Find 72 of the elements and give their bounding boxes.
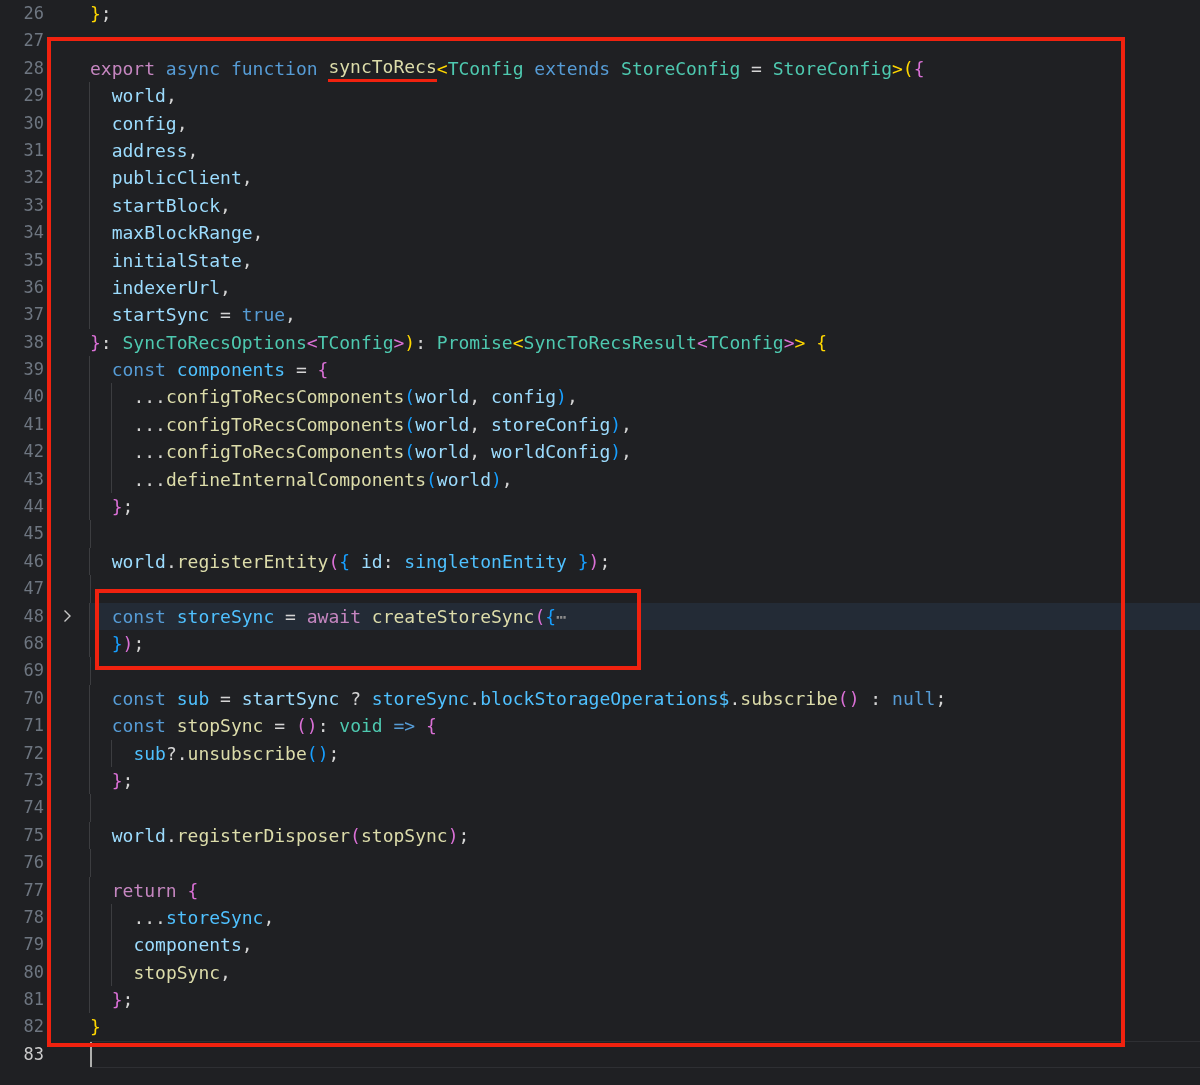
line-number: 71 — [22, 714, 44, 738]
line-number: 37 — [22, 303, 44, 327]
code-line[interactable]: indexerUrl, — [90, 273, 231, 302]
line-number: 75 — [22, 823, 44, 847]
code-line[interactable]: world.registerDisposer(stopSync); — [90, 821, 470, 850]
code-line[interactable]: }: SyncToRecsOptions<TConfig>): Promise<SyncToRecsResult<TConfig>> { — [90, 328, 827, 357]
code-line[interactable]: components, — [90, 931, 253, 959]
line-number: 41 — [22, 412, 44, 436]
code-line[interactable]: } — [90, 1013, 101, 1041]
code-line[interactable]: startBlock, — [90, 191, 231, 220]
line-number: 32 — [22, 166, 44, 190]
line-number: 31 — [22, 138, 44, 162]
line-number: 43 — [22, 467, 44, 491]
line-number: 72 — [22, 741, 44, 765]
line-number: 46 — [22, 549, 44, 573]
code-line[interactable]: }; — [90, 986, 134, 1014]
chevron-right-icon[interactable] — [62, 609, 72, 624]
line-number: 79 — [22, 933, 44, 957]
line-number: 80 — [22, 960, 44, 984]
code-line[interactable]: config, — [90, 109, 188, 137]
line-number: 44 — [22, 495, 44, 519]
line-number: 45 — [22, 522, 44, 546]
code-line[interactable]: publicClient, — [90, 164, 253, 192]
line-number: 81 — [22, 988, 44, 1012]
code-line[interactable]: world.registerEntity({ id: singletonEntity }); — [90, 547, 611, 576]
line-number: 83 — [22, 1042, 44, 1066]
line-number: 68 — [22, 632, 44, 655]
code-line[interactable]: initialState, — [90, 246, 253, 274]
line-number: 82 — [22, 1015, 44, 1039]
line-number: 35 — [22, 248, 44, 272]
line-number: 36 — [22, 275, 44, 299]
line-number: 76 — [22, 851, 44, 875]
code-line[interactable]: const components = { — [90, 356, 329, 384]
code-line[interactable]: ...storeSync, — [90, 903, 275, 932]
code-line[interactable]: sub?.unsubscribe(); — [90, 739, 340, 767]
code-line[interactable]: }); — [90, 630, 145, 658]
line-number: 77 — [22, 878, 44, 902]
code-line[interactable]: world, — [90, 82, 177, 110]
line-number: 29 — [22, 84, 44, 108]
line-number: 69 — [22, 659, 44, 683]
code-line[interactable]: }; — [90, 0, 112, 28]
code-line[interactable]: maxBlockRange, — [90, 219, 264, 247]
code-line[interactable]: const stopSync = (): void => { — [90, 712, 437, 740]
line-number: 38 — [22, 330, 44, 354]
code-line[interactable]: ...defineInternalComponents(world), — [90, 465, 513, 494]
line-number: 47 — [22, 577, 44, 601]
line-number: 33 — [22, 193, 44, 217]
line-number: 48 — [22, 604, 44, 628]
code-line[interactable]: ...configToRecsComponents(world, storeConfig), — [90, 410, 632, 439]
line-number: 70 — [22, 686, 44, 710]
line-number: 26 — [22, 2, 44, 25]
line-number: 73 — [22, 768, 44, 792]
code-line[interactable]: const sub = startSync ? storeSync.blockStorageOperations$.subscribe() : null; — [90, 684, 947, 713]
code-line[interactable]: startSync = true, — [90, 301, 296, 329]
line-number: 42 — [22, 440, 44, 464]
code-line[interactable]: stopSync, — [90, 958, 231, 987]
line-number: 78 — [22, 905, 44, 929]
code-line[interactable]: return { — [90, 876, 199, 904]
code-line[interactable]: }; — [90, 766, 134, 795]
code-line[interactable]: ...configToRecsComponents(world, config), — [90, 383, 578, 411]
code-line[interactable]: }; — [90, 493, 134, 521]
line-number: 34 — [22, 221, 44, 245]
code-line[interactable]: export async function syncToRecs<TConfig extends StoreConfig = StoreConfig>({ — [90, 54, 925, 83]
line-number: 30 — [22, 111, 44, 135]
line-number: 40 — [22, 385, 44, 409]
text-cursor — [90, 1041, 92, 1068]
code-line[interactable]: address, — [90, 136, 199, 165]
line-number: 27 — [22, 29, 44, 53]
line-number: 39 — [22, 358, 44, 382]
code-line[interactable]: ...configToRecsComponents(world, worldConfig), — [90, 438, 632, 466]
line-number: 74 — [22, 796, 44, 820]
line-number: 28 — [22, 56, 44, 80]
